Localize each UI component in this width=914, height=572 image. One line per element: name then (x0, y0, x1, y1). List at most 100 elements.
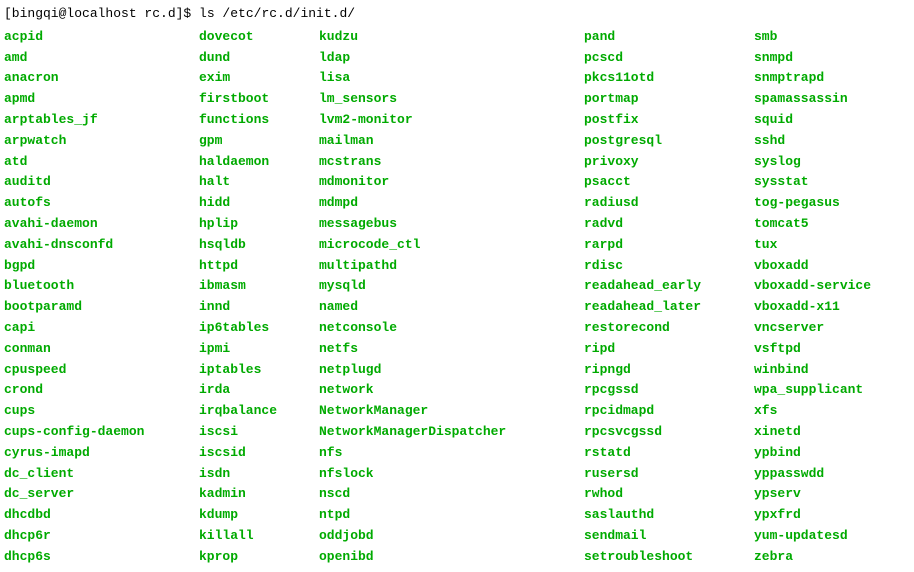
file-entry: multipathd (319, 256, 564, 277)
file-entry: irqbalance (199, 401, 299, 422)
file-entry: NetworkManagerDispatcher (319, 422, 564, 443)
file-entry: nfs (319, 443, 564, 464)
file-entry: vboxadd-x11 (754, 297, 904, 318)
file-entry: saslauthd (584, 505, 734, 526)
file-entry: readahead_early (584, 276, 734, 297)
file-entry: dhcdbd (4, 505, 179, 526)
file-entry: autofs (4, 193, 179, 214)
file-entry: rpcidmapd (584, 401, 734, 422)
file-entry: radvd (584, 214, 734, 235)
file-entry: pand (584, 27, 734, 48)
file-entry: mcstrans (319, 152, 564, 173)
file-entry: kprop (199, 547, 299, 568)
file-entry: avahi-daemon (4, 214, 179, 235)
output-column-3: kudzuldaplisalm_sensorslvm2-monitormailm… (319, 27, 564, 568)
file-entry: restorecond (584, 318, 734, 339)
output-column-2: dovecotdundeximfirstbootfunctionsgpmhald… (199, 27, 299, 568)
file-entry: lm_sensors (319, 89, 564, 110)
file-entry: messagebus (319, 214, 564, 235)
file-entry: anacron (4, 68, 179, 89)
file-entry: rusersd (584, 464, 734, 485)
file-entry: bluetooth (4, 276, 179, 297)
file-entry: gpm (199, 131, 299, 152)
file-entry: xfs (754, 401, 904, 422)
file-entry: syslog (754, 152, 904, 173)
file-entry: ldap (319, 48, 564, 69)
file-entry: kadmin (199, 484, 299, 505)
file-entry: setroubleshoot (584, 547, 734, 568)
file-entry: netconsole (319, 318, 564, 339)
file-entry: capi (4, 318, 179, 339)
file-entry: mdmpd (319, 193, 564, 214)
file-entry: sshd (754, 131, 904, 152)
file-entry: ypxfrd (754, 505, 904, 526)
file-entry: radiusd (584, 193, 734, 214)
file-entry: ibmasm (199, 276, 299, 297)
file-entry: cups (4, 401, 179, 422)
file-entry: netfs (319, 339, 564, 360)
file-entry: arpwatch (4, 131, 179, 152)
file-entry: mdmonitor (319, 172, 564, 193)
file-entry: snmptrapd (754, 68, 904, 89)
file-entry: pcscd (584, 48, 734, 69)
terminal-output: [bingqi@localhost rc.d]$ ls /etc/rc.d/in… (4, 4, 910, 568)
file-entry: exim (199, 68, 299, 89)
file-entry: hsqldb (199, 235, 299, 256)
file-entry: dhcp6s (4, 547, 179, 568)
file-entry: postfix (584, 110, 734, 131)
file-entry: lvm2-monitor (319, 110, 564, 131)
file-entry: iptables (199, 360, 299, 381)
file-entry: ip6tables (199, 318, 299, 339)
file-entry: nfslock (319, 464, 564, 485)
file-entry: pkcs11otd (584, 68, 734, 89)
file-entry: functions (199, 110, 299, 131)
file-entry: halt (199, 172, 299, 193)
file-entry: ntpd (319, 505, 564, 526)
file-entry: postgresql (584, 131, 734, 152)
file-entry: auditd (4, 172, 179, 193)
file-entry: innd (199, 297, 299, 318)
file-entry: ypserv (754, 484, 904, 505)
output-column-5: smbsnmpdsnmptrapdspamassassinsquidsshdsy… (754, 27, 904, 568)
file-entry: lisa (319, 68, 564, 89)
file-entry: cpuspeed (4, 360, 179, 381)
file-entry: vsftpd (754, 339, 904, 360)
file-entry: dhcp6r (4, 526, 179, 547)
file-entry: snmpd (754, 48, 904, 69)
file-entry: network (319, 380, 564, 401)
file-entry: rpcgssd (584, 380, 734, 401)
file-entry: nscd (319, 484, 564, 505)
file-entry: kudzu (319, 27, 564, 48)
file-entry: mailman (319, 131, 564, 152)
file-entry: amd (4, 48, 179, 69)
file-entry: mysqld (319, 276, 564, 297)
file-entry: named (319, 297, 564, 318)
shell-prompt-line: [bingqi@localhost rc.d]$ ls /etc/rc.d/in… (4, 4, 910, 25)
file-entry: portmap (584, 89, 734, 110)
file-entry: dc_server (4, 484, 179, 505)
file-entry: conman (4, 339, 179, 360)
file-entry: squid (754, 110, 904, 131)
file-entry: atd (4, 152, 179, 173)
file-entry: rwhod (584, 484, 734, 505)
file-entry: psacct (584, 172, 734, 193)
file-entry: rpcsvcgssd (584, 422, 734, 443)
file-entry: rarpd (584, 235, 734, 256)
file-entry: kdump (199, 505, 299, 526)
file-entry: crond (4, 380, 179, 401)
file-entry: yppasswdd (754, 464, 904, 485)
file-entry: bootparamd (4, 297, 179, 318)
file-entry: bgpd (4, 256, 179, 277)
file-entry: sysstat (754, 172, 904, 193)
file-entry: isdn (199, 464, 299, 485)
file-entry: rdisc (584, 256, 734, 277)
prompt-text: [bingqi@localhost rc.d]$ ls /etc/rc.d/in… (4, 6, 355, 21)
ls-output: acpidamdanacronapmdarptables_jfarpwatcha… (4, 27, 910, 568)
file-entry: firstboot (199, 89, 299, 110)
file-entry: arptables_jf (4, 110, 179, 131)
file-entry: oddjobd (319, 526, 564, 547)
file-entry: privoxy (584, 152, 734, 173)
file-entry: NetworkManager (319, 401, 564, 422)
file-entry: winbind (754, 360, 904, 381)
file-entry: dc_client (4, 464, 179, 485)
